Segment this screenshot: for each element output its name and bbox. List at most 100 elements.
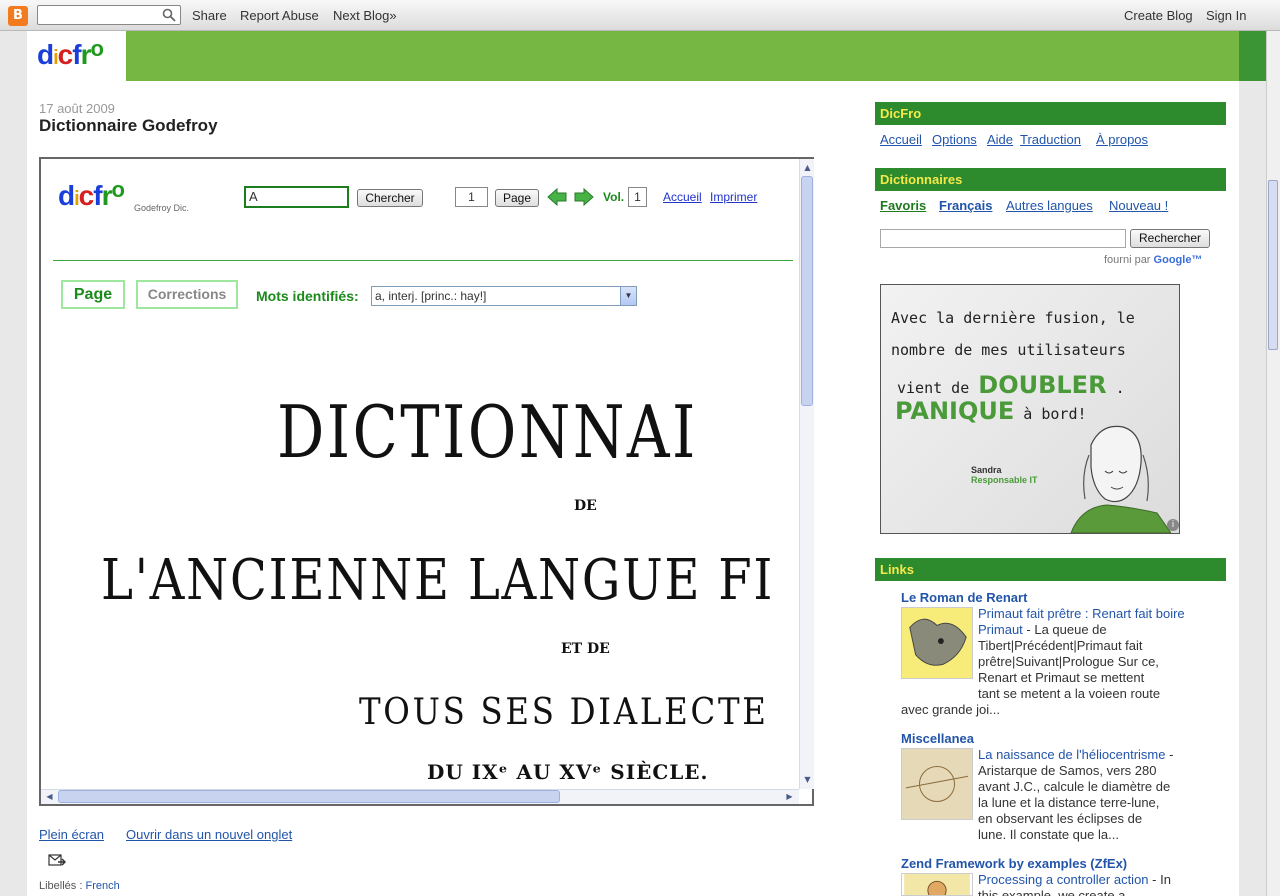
link-text: lune. Il constate que la... (978, 827, 1119, 842)
link-text: avant J.C., calcule le diamètre de (978, 779, 1171, 794)
volume-label: Vol. (603, 190, 625, 204)
logo-letter: c (78, 180, 95, 211)
page-number-input[interactable]: 1 (455, 187, 488, 207)
scroll-right-icon[interactable]: ▶ (783, 790, 796, 803)
blogger-logo-icon[interactable]: B (8, 6, 28, 26)
labels-prefix: Libellés : (39, 880, 83, 892)
link-title-zfex[interactable]: Zend Framework by examples (ZfEx) (901, 856, 1127, 871)
accueil-link[interactable]: Accueil (663, 190, 702, 204)
link-text: prêtre|Suivant|Prologue Sur ce, (978, 654, 1159, 669)
rechercher-button[interactable]: Rechercher (1130, 229, 1210, 248)
ad-name: Sandra (971, 465, 1002, 475)
link-text: la lune et la distance terre-lune, (978, 795, 1160, 810)
logo-letter: f (72, 39, 81, 70)
ad-woman-illustration-icon (1070, 425, 1171, 533)
scroll-up-icon[interactable]: ▲ (801, 161, 814, 174)
link-text: Tibert|Précédent|Primaut fait (978, 638, 1143, 653)
page-scrollbar-thumb[interactable] (1268, 180, 1278, 350)
scan-line-dialectes: TOUS SES DIALECTE (359, 692, 769, 733)
logo-letter: f (93, 180, 102, 211)
report-abuse-link[interactable]: Report Abuse (240, 8, 319, 23)
logo-letter: o (111, 177, 124, 202)
search-button[interactable]: Chercher (357, 189, 423, 207)
powered-by-label: fourni par (1104, 254, 1151, 266)
identified-words-select[interactable]: a, interj. [princ.: hay!] ▼ (371, 286, 637, 306)
identified-words-label: Mots identifiés: (256, 288, 359, 304)
link-body-zfex: Processing a controller action - In this… (978, 872, 1208, 896)
sign-in-link[interactable]: Sign In (1206, 8, 1246, 23)
go-page-button[interactable]: Page (495, 189, 539, 207)
embed-logo: dicfro (58, 177, 125, 212)
sidebar-item-accueil[interactable]: Accueil (880, 132, 922, 147)
ad-info-icon[interactable]: i (1167, 519, 1179, 531)
post-title[interactable]: Dictionnaire Godefroy (39, 116, 218, 136)
zfex-thumbnail[interactable] (901, 873, 973, 896)
embed-horizontal-scrollbar-thumb[interactable] (58, 790, 560, 803)
sidebar-dicfro-title: DicFro (875, 102, 1226, 125)
sidebar-item-options[interactable]: Options (932, 132, 977, 147)
logo-letter: o (90, 36, 103, 61)
embed-vertical-scrollbar-thumb[interactable] (801, 176, 813, 406)
sidebar-item-traduction[interactable]: Traduction (1020, 132, 1081, 147)
link-text: Renart et Primaut se mettent (978, 670, 1145, 685)
sidebar-links-title: Links (875, 558, 1226, 581)
post-labels: Libellés : French (39, 880, 120, 892)
logo-letter: r (101, 180, 113, 211)
link-text: Aristarque de Samos, vers 280 (978, 763, 1157, 778)
link-title-miscellanea[interactable]: Miscellanea (901, 731, 974, 746)
search-icon[interactable] (162, 8, 176, 22)
miscellanea-thumbnail[interactable] (901, 748, 973, 820)
scroll-down-icon[interactable]: ▼ (801, 773, 814, 786)
blog-logo[interactable]: dicfro (27, 31, 126, 81)
sidebar-item-a-propos[interactable]: À propos (1096, 132, 1148, 147)
create-blog-link[interactable]: Create Blog (1124, 8, 1193, 23)
blogger-navbar: B Share Report Abuse Next Blog» Create B… (0, 0, 1280, 31)
blog-header (27, 31, 1239, 81)
ad-line-4: PANIQUE à bord! (895, 397, 1087, 425)
email-post-icon[interactable] (48, 853, 66, 867)
next-page-arrow-icon[interactable] (574, 188, 594, 206)
ad-line-3-dot: . (1115, 379, 1125, 397)
embed-logo-subtitle: Godefroy Dic. (134, 203, 190, 213)
tab-page[interactable]: Page (61, 280, 125, 309)
embed-divider (53, 260, 793, 261)
page-scrollbar[interactable] (1266, 31, 1280, 896)
previous-page-arrow-icon[interactable] (547, 188, 567, 206)
scan-line-title: DICTIONNAI (277, 390, 698, 474)
volume-number-input[interactable]: 1 (628, 187, 647, 207)
renart-thumbnail[interactable] (901, 607, 973, 679)
logo-letter: d (58, 180, 75, 211)
fullscreen-link[interactable]: Plein écran (39, 827, 104, 842)
sidebar-dictionnaires-title: Dictionnaires (875, 168, 1226, 191)
scan-line-de: DE (574, 498, 597, 514)
navbar-search-input[interactable] (37, 5, 181, 25)
link-text: - In (1148, 872, 1171, 887)
ad-role: Responsable IT (971, 475, 1038, 485)
tab-nouveau[interactable]: Nouveau ! (1109, 198, 1168, 213)
tab-favoris[interactable]: Favoris (880, 198, 926, 213)
scan-line-siecle: DU IXᵉ AU XVᵉ SIÈCLE. (427, 760, 709, 784)
sidebar-item-aide[interactable]: Aide (987, 132, 1013, 147)
logo-letter: c (57, 39, 74, 70)
imprimer-link[interactable]: Imprimer (710, 190, 757, 204)
chevron-down-icon[interactable]: ▼ (620, 287, 636, 305)
ad-panique: PANIQUE (895, 397, 1015, 425)
word-query-input[interactable]: A (244, 186, 349, 208)
share-link[interactable]: Share (192, 8, 227, 23)
tab-francais[interactable]: Français (939, 198, 992, 213)
open-new-tab-link[interactable]: Ouvrir dans un nouvel onglet (126, 827, 292, 842)
tab-autres-langues[interactable]: Autres langues (1006, 198, 1093, 213)
logo-letter: r (80, 39, 92, 70)
ad-line-1: Avec la dernière fusion, le (891, 309, 1135, 327)
label-link[interactable]: French (85, 880, 119, 892)
sidebar-search-input[interactable] (880, 229, 1126, 248)
scroll-left-icon[interactable]: ◀ (43, 790, 56, 803)
next-blog-link[interactable]: Next Blog» (333, 8, 397, 23)
logo-letter: d (37, 39, 54, 70)
advertisement[interactable]: Avec la dernière fusion, le nombre de me… (880, 284, 1180, 534)
tab-corrections[interactable]: Corrections (136, 280, 238, 309)
link-post-zfex[interactable]: Processing a controller action (978, 872, 1149, 887)
link-post-miscellanea[interactable]: La naissance de l'héliocentrisme (978, 747, 1165, 762)
link-body-renart: Primaut fait prêtre : Renart fait boire … (978, 606, 1208, 702)
link-title-renart[interactable]: Le Roman de Renart (901, 590, 1027, 605)
